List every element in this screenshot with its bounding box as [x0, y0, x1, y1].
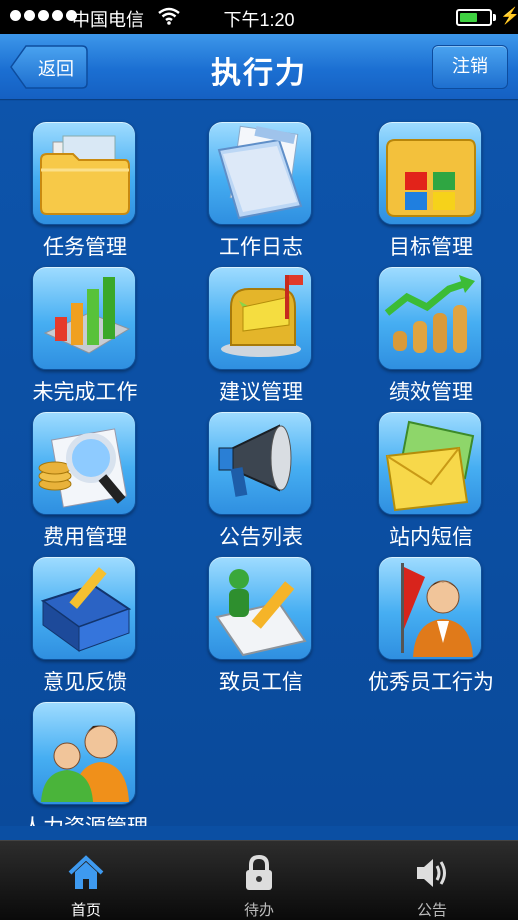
nav-header: 返回 执行力 注销: [0, 34, 518, 100]
clock: 下午1:20: [223, 10, 295, 30]
home-icon: [68, 855, 104, 889]
battery-icon: [456, 9, 492, 26]
status-bar: 中国电信 下午1:20 ⚡: [0, 0, 518, 34]
module-announcement-list[interactable]: 公告列表: [176, 391, 346, 549]
module-outstanding-staff-behavior[interactable]: 优秀员工行为: [346, 536, 516, 694]
module-task-management[interactable]: 任务管理: [0, 101, 170, 259]
module-performance-management[interactable]: 绩效管理: [346, 246, 516, 404]
module-hr-management[interactable]: 人力资源管理: [0, 681, 170, 826]
letter-person-icon: [208, 556, 312, 660]
module-internal-messages[interactable]: 站内短信: [346, 391, 516, 549]
speaker-icon: [417, 859, 446, 887]
tab-bar: 首页 待办 公告: [0, 840, 518, 920]
folder-grid-icon: [378, 121, 482, 225]
binder-pencil-icon: [32, 556, 136, 660]
tab-label: 首页: [70, 901, 101, 919]
document-icon: [208, 121, 312, 225]
lock-icon: [246, 854, 272, 890]
tab-label: 待办: [243, 901, 274, 919]
people-icon: [32, 701, 136, 805]
module-label: 优秀员工行为: [368, 670, 494, 694]
module-goal-management[interactable]: 目标管理: [346, 101, 516, 259]
module-label: 致员工信: [219, 670, 303, 694]
megaphone-icon: [208, 411, 312, 515]
module-expense-management[interactable]: 费用管理: [0, 391, 170, 549]
bar-chart-icon: [32, 266, 136, 370]
module-label: 人力资源管理: [0, 811, 170, 826]
folder-icon: [32, 121, 136, 225]
module-suggestion-management[interactable]: 建议管理: [176, 246, 346, 404]
mailbox-icon: [208, 266, 312, 370]
magnifier-coins-icon: [32, 411, 136, 515]
envelope-icon: [378, 411, 482, 515]
logout-button[interactable]: 注销: [432, 45, 508, 89]
module-work-log[interactable]: 工作日志: [176, 101, 346, 259]
module-feedback[interactable]: 意见反馈: [0, 536, 170, 694]
coins-growth-icon: [378, 266, 482, 370]
module-unfinished-work[interactable]: 未完成工作: [0, 246, 170, 404]
module-grid: 任务管理 工作日志 目标管理 未完成工作 建议管理 绩效管理 费用管理 公告列表…: [0, 101, 518, 826]
employee-flag-icon: [378, 556, 482, 660]
tab-announcements[interactable]: 公告: [346, 841, 518, 920]
module-letter-to-staff[interactable]: 致员工信: [176, 536, 346, 694]
charging-icon: ⚡: [500, 8, 518, 25]
battery-tip: [493, 14, 496, 21]
tab-label: 公告: [416, 901, 447, 919]
tab-home[interactable]: 首页: [0, 841, 172, 920]
tab-todo[interactable]: 待办: [173, 841, 345, 920]
